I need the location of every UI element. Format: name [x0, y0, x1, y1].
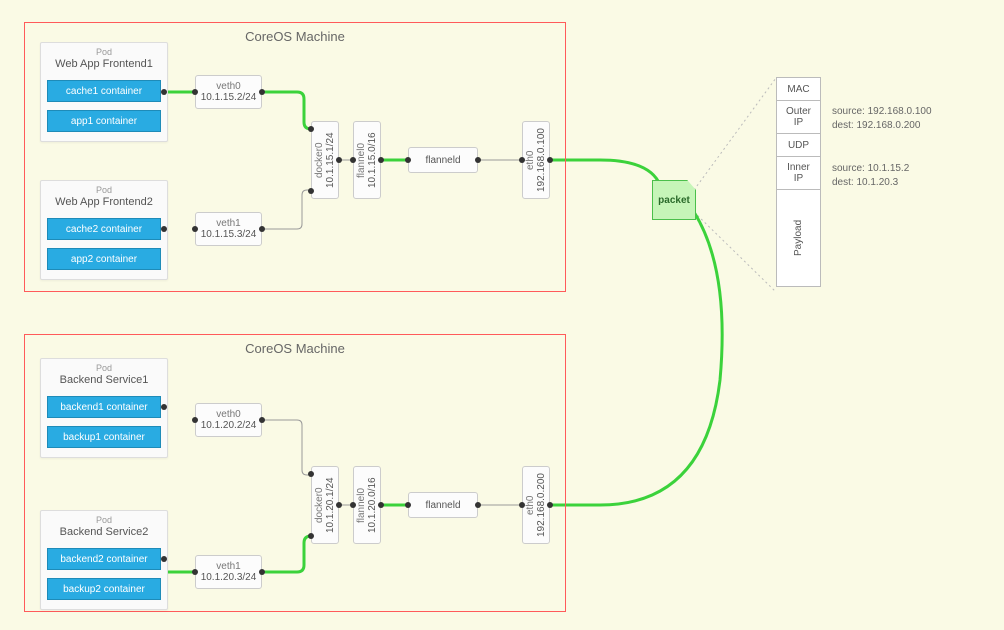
iface-ip: 192.168.0.100 — [536, 128, 547, 192]
port — [161, 89, 167, 95]
port — [259, 226, 265, 232]
iface-ip: 10.1.15.2/24 — [201, 92, 257, 103]
port — [475, 502, 481, 508]
container-backup1: backup1 container — [47, 426, 161, 448]
inner-ip-annotation: source: 10.1.15.2 dest: 10.1.20.3 — [832, 162, 909, 190]
port — [192, 417, 198, 423]
container-backend1: backend1 container — [47, 396, 161, 418]
packet-icon: packet — [652, 180, 696, 220]
port — [259, 89, 265, 95]
packet-udp: UDP — [776, 133, 821, 157]
iface-ip: 10.1.15.3/24 — [201, 229, 257, 240]
container-cache2: cache2 container — [47, 218, 161, 240]
pod-title: Backend Service2 — [60, 526, 149, 538]
container-app1: app1 container — [47, 110, 161, 132]
iface-ip: 192.168.0.200 — [536, 473, 547, 537]
packet-outer-ip: Outer IP — [776, 100, 821, 134]
iface-ip: 10.1.15.1/24 — [325, 132, 336, 188]
port — [161, 226, 167, 232]
docker0-m1: docker0 10.1.15.1/24 — [311, 121, 339, 199]
pod-sub: Pod — [96, 185, 112, 195]
outer-dest: dest: 192.168.0.200 — [832, 119, 932, 133]
container-backup2: backup2 container — [47, 578, 161, 600]
pod-sub: Pod — [96, 363, 112, 373]
packet-payload: Payload — [776, 189, 821, 287]
port — [192, 569, 198, 575]
port — [308, 188, 314, 194]
port — [161, 404, 167, 410]
port — [308, 533, 314, 539]
iface-label: docker0 — [314, 487, 325, 523]
veth0-m2: veth0 10.1.20.2/24 — [195, 403, 262, 437]
iface-label: eth0 — [525, 150, 536, 169]
container-cache1: cache1 container — [47, 80, 161, 102]
iface-label: eth0 — [525, 495, 536, 514]
port — [405, 157, 411, 163]
port — [192, 226, 198, 232]
veth1-m1: veth1 10.1.15.3/24 — [195, 212, 262, 246]
iface-label: veth1 — [216, 218, 240, 229]
iface-label: docker0 — [314, 142, 325, 178]
pod-title: Web App Frontend1 — [55, 58, 153, 70]
packet-label: packet — [658, 195, 690, 206]
port — [350, 157, 356, 163]
iface-ip: 10.1.20.0/16 — [367, 477, 378, 533]
inner-source: source: 10.1.15.2 — [832, 162, 909, 176]
port — [378, 157, 384, 163]
port — [161, 556, 167, 562]
eth0-m1: eth0 192.168.0.100 — [522, 121, 550, 199]
port — [308, 471, 314, 477]
iface-ip: 10.1.15.0/16 — [367, 132, 378, 188]
machine-title: CoreOS Machine — [245, 341, 345, 356]
flanneld-m1: flanneld — [408, 147, 478, 173]
flanneld-label: flanneld — [425, 500, 460, 511]
machine-title: CoreOS Machine — [245, 29, 345, 44]
veth1-m2: veth1 10.1.20.3/24 — [195, 555, 262, 589]
port — [259, 417, 265, 423]
container-backend2: backend2 container — [47, 548, 161, 570]
packet-mac: MAC — [776, 77, 821, 101]
outer-ip-annotation: source: 192.168.0.100 dest: 192.168.0.20… — [832, 105, 932, 133]
port — [378, 502, 384, 508]
port — [336, 502, 342, 508]
iface-label: veth0 — [216, 81, 240, 92]
pod-sub: Pod — [96, 515, 112, 525]
docker0-m2: docker0 10.1.20.1/24 — [311, 466, 339, 544]
pod-title: Web App Frontend2 — [55, 196, 153, 208]
flanneld-m2: flanneld — [408, 492, 478, 518]
port — [405, 502, 411, 508]
port — [519, 157, 525, 163]
iface-label: flannel0 — [356, 487, 367, 522]
eth0-m2: eth0 192.168.0.200 — [522, 466, 550, 544]
pod-title: Backend Service1 — [60, 374, 149, 386]
port — [350, 502, 356, 508]
packet-inner-ip: Inner IP — [776, 156, 821, 190]
flannel0-m2: flannel0 10.1.20.0/16 — [353, 466, 381, 544]
port — [547, 157, 553, 163]
port — [308, 126, 314, 132]
port — [547, 502, 553, 508]
iface-ip: 10.1.20.1/24 — [325, 477, 336, 533]
port — [475, 157, 481, 163]
port — [192, 89, 198, 95]
outer-source: source: 192.168.0.100 — [832, 105, 932, 119]
iface-ip: 10.1.20.2/24 — [201, 420, 257, 431]
packet-table: MAC Outer IP UDP Inner IP Payload — [776, 78, 821, 287]
pod-sub: Pod — [96, 47, 112, 57]
veth0-m1: veth0 10.1.15.2/24 — [195, 75, 262, 109]
port — [519, 502, 525, 508]
inner-dest: dest: 10.1.20.3 — [832, 176, 909, 190]
port — [336, 157, 342, 163]
iface-ip: 10.1.20.3/24 — [201, 572, 257, 583]
flanneld-label: flanneld — [425, 155, 460, 166]
container-app2: app2 container — [47, 248, 161, 270]
flannel0-m1: flannel0 10.1.15.0/16 — [353, 121, 381, 199]
iface-label: veth0 — [216, 409, 240, 420]
port — [259, 569, 265, 575]
iface-label: veth1 — [216, 561, 240, 572]
iface-label: flannel0 — [356, 142, 367, 177]
